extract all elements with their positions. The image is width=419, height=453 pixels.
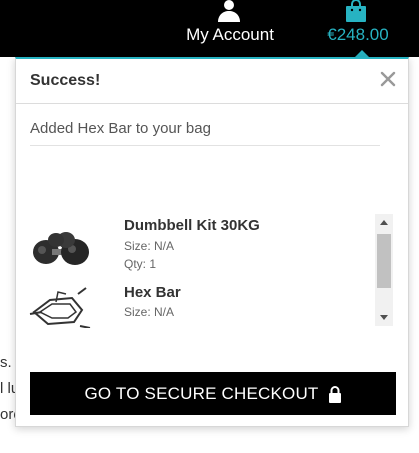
item-list-scrollbar[interactable] bbox=[375, 214, 393, 326]
shopping-bag-icon bbox=[346, 0, 366, 22]
add-to-bag-popup: Success! Added Hex Bar to your bag Dumbb… bbox=[15, 57, 409, 427]
my-account-label: My Account bbox=[186, 25, 274, 44]
item-size: Size: N/A bbox=[124, 239, 175, 253]
checkout-button[interactable]: GO TO SECURE CHECKOUT bbox=[30, 372, 396, 415]
cart-total: €248.00 bbox=[327, 25, 389, 44]
dumbbell-kit-image bbox=[33, 232, 89, 265]
modal-pointer bbox=[355, 50, 369, 57]
cart-item[interactable]: Dumbbell Kit 30KG Size: N/A Qty: 1 bbox=[16, 214, 376, 274]
cart-item-list: Dumbbell Kit 30KG Size: N/A Qty: 1 Hex B… bbox=[16, 214, 396, 328]
checkout-button-label: GO TO SECURE CHECKOUT bbox=[84, 383, 319, 403]
success-message: Added Hex Bar to your bag bbox=[30, 120, 211, 137]
item-qty: Qty: 1 bbox=[124, 257, 157, 271]
scroll-up-arrow-icon[interactable] bbox=[375, 214, 393, 232]
divider bbox=[30, 145, 380, 146]
item-name: Hex Bar bbox=[124, 284, 181, 301]
user-icon bbox=[218, 0, 240, 22]
scroll-down-arrow-icon[interactable] bbox=[375, 308, 393, 326]
item-name: Dumbbell Kit 30KG bbox=[124, 217, 260, 234]
modal-header: Success! bbox=[16, 59, 408, 104]
my-account-link[interactable]: My Account bbox=[180, 0, 280, 57]
hex-bar-image bbox=[29, 287, 91, 328]
cart-link[interactable]: €248.00 bbox=[318, 0, 398, 57]
item-size: Size: N/A bbox=[124, 305, 175, 319]
lock-icon bbox=[328, 385, 341, 403]
scrollbar-thumb[interactable] bbox=[377, 234, 391, 288]
modal-title: Success! bbox=[30, 72, 101, 89]
site-header: My Account €248.00 bbox=[0, 0, 419, 57]
close-icon[interactable] bbox=[378, 69, 398, 89]
cart-item[interactable]: Hex Bar Size: N/A bbox=[16, 282, 376, 328]
